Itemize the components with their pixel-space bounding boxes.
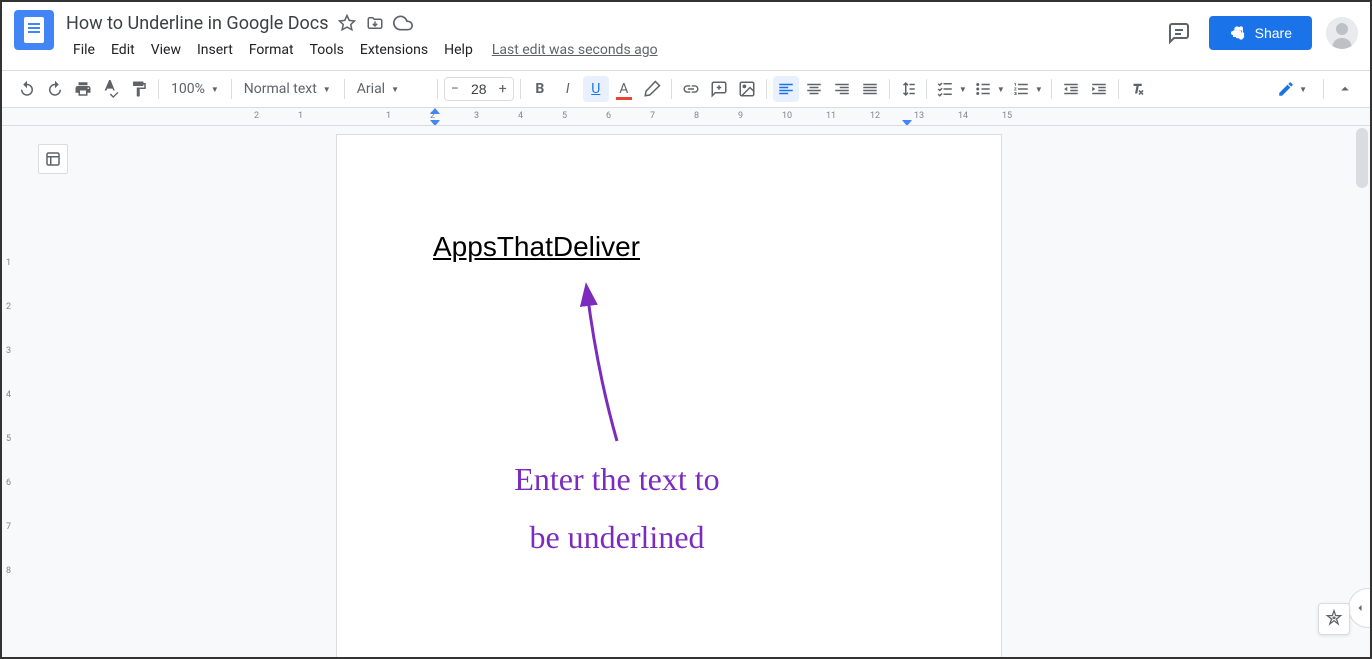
vertical-ruler[interactable]: 1 2 3 4 5 6 7 8 (2, 126, 20, 657)
toolbar: 100%▼ Normal text▼ Arial▼ − + B I U A ▼ … (2, 70, 1370, 108)
document-text[interactable]: AppsThatDeliver (433, 231, 640, 262)
numbered-list-dropdown[interactable]: ▼ (1033, 76, 1045, 102)
highlight-button[interactable] (639, 76, 665, 102)
paint-format-button[interactable] (126, 76, 152, 102)
clear-formatting-button[interactable] (1125, 76, 1151, 102)
decrease-indent-button[interactable] (1058, 76, 1084, 102)
menu-edit[interactable]: Edit (104, 38, 142, 62)
text-color-button[interactable]: A (611, 76, 637, 102)
font-size-input[interactable] (465, 81, 493, 97)
redo-button[interactable] (42, 76, 68, 102)
horizontal-ruler[interactable]: 2 1 1 2 3 4 5 6 7 8 9 10 11 12 13 14 15 (2, 108, 1370, 126)
move-icon[interactable] (365, 13, 385, 33)
menu-format[interactable]: Format (242, 38, 301, 62)
align-justify-button[interactable] (857, 76, 883, 102)
numbered-list-button[interactable] (1009, 76, 1033, 102)
bullet-list-button[interactable] (971, 76, 995, 102)
share-button-label: Share (1255, 25, 1292, 41)
menu-tools[interactable]: Tools (303, 38, 351, 62)
editing-mode-button[interactable]: ▼ (1269, 76, 1315, 102)
annotation-text: Enter the text to be underlined (437, 451, 797, 566)
insert-link-button[interactable] (678, 76, 704, 102)
increase-indent-button[interactable] (1086, 76, 1112, 102)
menu-file[interactable]: File (66, 38, 102, 62)
share-button[interactable]: Share (1209, 16, 1312, 50)
cloud-status-icon[interactable] (393, 13, 413, 33)
checklist-button[interactable] (933, 76, 957, 102)
underline-button[interactable]: U (583, 76, 609, 102)
font-size-increase[interactable]: + (493, 78, 513, 100)
side-panel-toggle[interactable] (1348, 588, 1370, 628)
star-icon[interactable] (337, 13, 357, 33)
explore-button[interactable] (1318, 603, 1350, 635)
docs-logo-icon[interactable] (14, 10, 54, 50)
undo-button[interactable] (14, 76, 40, 102)
line-spacing-button[interactable] (896, 76, 920, 102)
bullet-list-dropdown[interactable]: ▼ (995, 76, 1007, 102)
add-comment-button[interactable] (706, 76, 732, 102)
menu-extensions[interactable]: Extensions (353, 38, 435, 62)
bold-button[interactable]: B (527, 76, 553, 102)
align-left-button[interactable] (773, 76, 799, 102)
checklist-dropdown[interactable]: ▼ (957, 76, 969, 102)
menu-view[interactable]: View (144, 38, 188, 62)
vertical-scrollbar[interactable] (1356, 128, 1368, 188)
document-outline-button[interactable] (38, 144, 68, 174)
align-center-button[interactable] (801, 76, 827, 102)
last-edit-link[interactable]: Last edit was seconds ago (492, 42, 658, 58)
document-title[interactable]: How to Underline in Google Docs (66, 13, 329, 34)
insert-image-button[interactable] (734, 76, 760, 102)
italic-button[interactable]: I (555, 76, 581, 102)
document-page[interactable]: AppsThatDeliver (336, 134, 1002, 657)
font-select[interactable]: Arial▼ (351, 76, 431, 102)
style-select[interactable]: Normal text▼ (238, 76, 338, 102)
font-size-decrease[interactable]: − (445, 78, 465, 100)
expand-button[interactable] (1332, 76, 1358, 102)
spellcheck-button[interactable] (98, 76, 124, 102)
comments-button[interactable] (1163, 17, 1195, 49)
user-avatar[interactable] (1326, 17, 1358, 49)
print-button[interactable] (70, 76, 96, 102)
menu-help[interactable]: Help (437, 38, 480, 62)
first-line-indent[interactable] (430, 108, 440, 114)
zoom-select[interactable]: 100%▼ (165, 76, 225, 102)
align-right-button[interactable] (829, 76, 855, 102)
menu-insert[interactable]: Insert (190, 38, 240, 62)
